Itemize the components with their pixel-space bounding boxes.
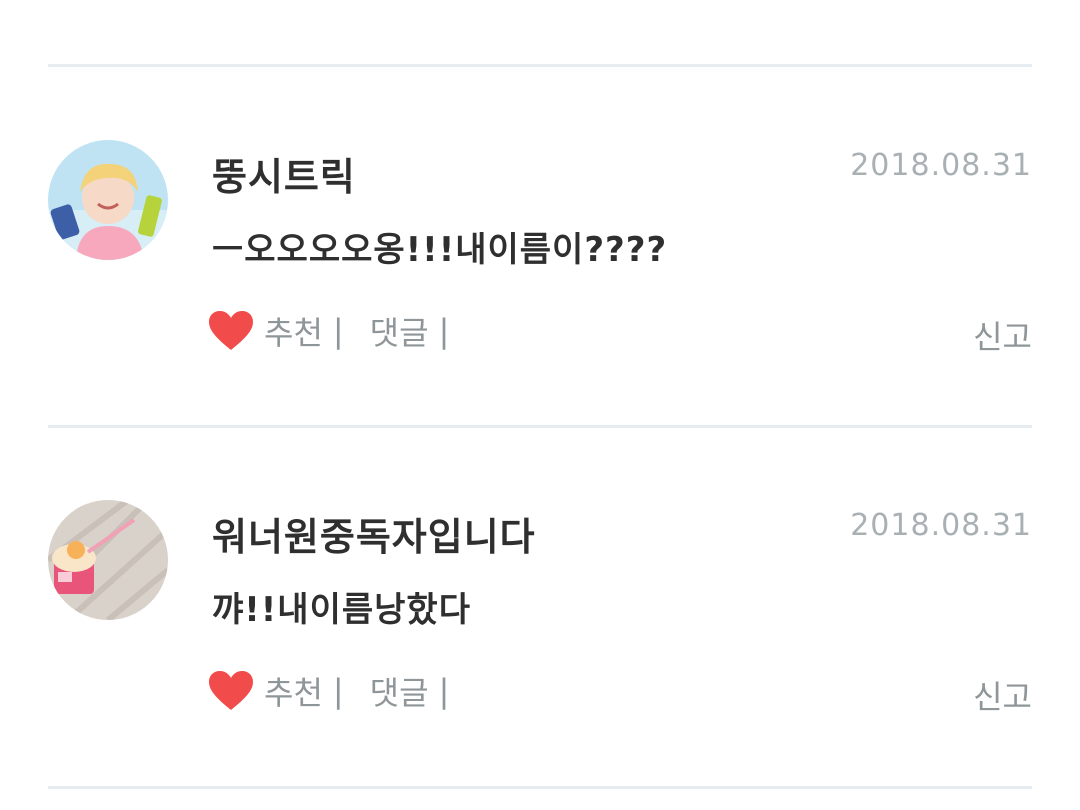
divider [48,425,1032,428]
report-button[interactable]: 신고 [973,672,1032,718]
reply-button[interactable]: 댓글 [370,308,429,354]
comment-text: ㅡ오오오오옹!!!내이름이???? [212,230,668,270]
avatar[interactable] [48,500,168,620]
profile-photo-icecream-icon [48,500,168,620]
divider [48,786,1032,789]
divider-top [48,64,1032,67]
report-button[interactable]: 신고 [973,312,1032,358]
comment-author[interactable]: 뚱시트릭 [212,146,356,201]
recommend-button[interactable]: 추천 [264,308,323,354]
comment-item: 워너원중독자입니다 2018.08.31 꺄!!내이름낭핬다 추천 | 댓글 |… [0,500,1080,800]
separator: | [332,312,344,350]
profile-photo-person-icon [48,140,168,260]
comment-actions: 추천 | 댓글 | [208,666,475,716]
heart-icon[interactable] [208,310,254,352]
avatar[interactable] [48,140,168,260]
separator: | [438,672,450,710]
recommend-button[interactable]: 추천 [264,668,323,714]
separator: | [438,312,450,350]
comment-item: 뚱시트릭 2018.08.31 ㅡ오오오오옹!!!내이름이???? 추천 | 댓… [0,140,1080,440]
separator: | [332,672,344,710]
heart-icon[interactable] [208,670,254,712]
comment-author[interactable]: 워너원중독자입니다 [212,506,536,561]
comment-date: 2018.08.31 [850,508,1032,543]
comment-date: 2018.08.31 [850,148,1032,183]
comment-actions: 추천 | 댓글 | [208,306,475,356]
reply-button[interactable]: 댓글 [370,668,429,714]
comment-text: 꺄!!내이름낭핬다 [212,590,471,630]
